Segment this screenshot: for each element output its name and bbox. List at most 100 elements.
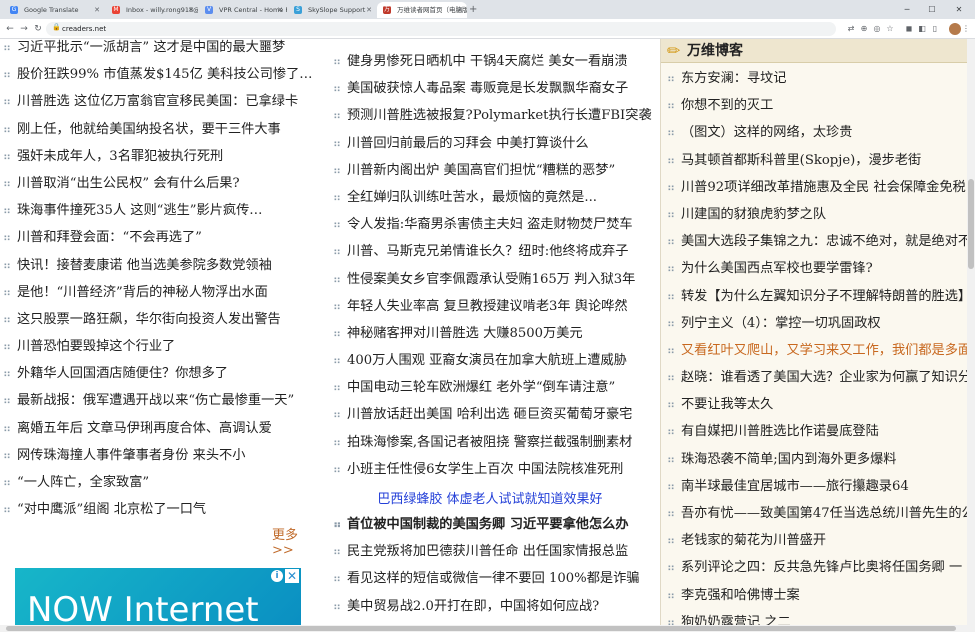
headline-link[interactable]: 最新战报：俄军遭遇开战以来“伤亡最惨重一天” — [0, 387, 316, 414]
headline-link[interactable]: 强奸未成年人，3名罪犯被执行死刑 — [0, 143, 316, 170]
tab-title: SkySlope Support — [308, 6, 366, 14]
headline-link[interactable]: 美国破获惊人毒品案 毒贩竟是长发飘飘华裔女子 — [330, 75, 660, 102]
blog-post-link[interactable]: （图文）这样的网络，太珍贵 — [664, 119, 975, 146]
headline-link[interactable]: 川普胜选 这位亿万富翁官宣移民美国：已拿绿卡 — [0, 88, 316, 115]
ad-close-icon[interactable]: ✕ — [285, 569, 299, 583]
avatar[interactable] — [949, 23, 961, 35]
scroll-thumb[interactable] — [6, 626, 956, 631]
advertisement-banner[interactable]: NOW Internet i ✕ — [15, 568, 301, 625]
blog-post-link[interactable]: 转发【为什么左翼知识分子不理解特朗普的胜选】 — [664, 283, 975, 310]
headline-link[interactable]: 这只股票一路狂飙，华尔街向投资人发出警告 — [0, 306, 316, 333]
blog-post-link[interactable]: 马其顿首都斯科普里(Skopje)，漫步老街 — [664, 147, 975, 174]
blog-post-link[interactable]: 赵晓：谁看透了美国大选？企业家为何赢了知识分 — [664, 364, 975, 391]
scroll-thumb[interactable] — [968, 179, 974, 269]
window-close-icon[interactable]: ✕ — [948, 0, 970, 19]
horizontal-scrollbar[interactable] — [0, 625, 975, 632]
sidepanel-icon[interactable]: ▯ — [929, 22, 941, 36]
sponsored-link[interactable]: 巴西绿蜂胶 体虚老人试试就知道效果好 — [320, 488, 660, 507]
headline-link[interactable]: 是他！“川普经济”背后的神秘人物浮出水面 — [0, 279, 316, 306]
headline-link[interactable]: 看见这样的短信或微信一律不要回 100%都是诈骗 — [330, 565, 660, 592]
headline-link[interactable]: 美中贸易战2.0开打在即，中国将如何应战? — [330, 593, 660, 620]
tab-vpr-central[interactable]: V VPR Central - Home Page ✕ — [199, 2, 287, 18]
headline-link[interactable]: 川普和拜登会面：“不会再选了” — [0, 224, 316, 251]
headline-link[interactable]: 川普恐怕要毁掉这个行业了 — [0, 333, 316, 360]
headline-link[interactable]: 性侵案美女乡官李佩霞承认受贿165万 判入狱3年 — [330, 266, 660, 293]
headline-link[interactable]: 神秘赌客押对川普胜选 大赚8500万美元 — [330, 320, 660, 347]
ad-info-icon[interactable]: i — [271, 570, 283, 582]
close-icon[interactable]: ✕ — [457, 2, 463, 18]
zoom-icon[interactable]: ⊕ — [858, 22, 870, 36]
blog-post-link[interactable]: 珠海恐袭不简单;国内到海外更多爆料 — [664, 446, 975, 473]
headline-link[interactable]: 首位被中国制裁的美国务卿 习近平要拿他怎么办 — [330, 511, 660, 538]
blog-post-link[interactable]: 川普92项详细改革措施惠及全民 社会保障金免税 — [664, 174, 975, 201]
extension-icon[interactable]: ◎ — [871, 22, 883, 36]
blog-post-link[interactable]: 为什么美国西点军校也要学雷锋? — [664, 255, 975, 282]
more-link[interactable]: 更多>> — [272, 524, 316, 558]
address-bar[interactable]: 🔒 creaders.net — [46, 22, 836, 36]
headline-link[interactable]: 拍珠海惨案,各国记者被阻挠 警察拦截强制删素材 — [330, 429, 660, 456]
headline-link[interactable]: 民主党叛将加巴德获川普任命 出任国家情报总监 — [330, 538, 660, 565]
new-tab-button[interactable]: + — [469, 2, 477, 17]
bookmark-star-icon[interactable]: ☆ — [884, 22, 896, 36]
headline-link[interactable]: “一人阵亡，全家致富” — [0, 469, 316, 496]
blog-post-link[interactable]: 系列评论之四：反共急先锋卢比奥将任国务卿 一 — [664, 554, 975, 581]
headline-link[interactable]: 川普新内阁出炉 美国高官们担忧“糟糕的恶梦” — [330, 157, 660, 184]
blog-post-link[interactable]: 李克强和哈佛博士案 — [664, 582, 975, 609]
extension-icon[interactable]: ◧ — [916, 22, 928, 36]
headline-link[interactable]: 离婚五年后 文章马伊琍再度合体、高调认爱 — [0, 415, 316, 442]
reload-icon[interactable]: ↻ — [31, 22, 45, 36]
headline-link[interactable]: 令人发指:华裔男杀害债主夫妇 盗走财物焚尸焚车 — [330, 211, 660, 238]
blog-post-link[interactable]: 狗奶奶露营记 之二 — [664, 609, 975, 625]
headline-link[interactable]: 中国电动三轮车欧洲爆红 老外学“倒车请注意” — [330, 374, 660, 401]
minimize-icon[interactable]: ─ — [896, 0, 918, 19]
tab-google-translate[interactable]: G Google Translate ✕ — [4, 2, 104, 18]
headline-link[interactable]: 刚上任，他就给美国纳投名状，要干三件大事 — [0, 116, 316, 143]
headline-link[interactable]: 川普、马斯克兄弟情谁长久？纽时:他终将成弃子 — [330, 238, 660, 265]
headline-link[interactable]: 快讯！接替麦康诺 他当选美参院多数党领袖 — [0, 252, 316, 279]
translate-page-icon[interactable]: ⇄ — [845, 22, 857, 36]
blog-title[interactable]: 万维博客 — [687, 39, 743, 63]
blog-panel: ✏ 万维博客 东方安澜：寻坟记你想不到的灭工（图文）这样的网络，太珍贵马其顿首都… — [660, 39, 975, 625]
close-icon[interactable]: ✕ — [188, 2, 194, 18]
headline-link[interactable]: 健身男惨死日晒机中 干锅4天腐烂 美女一看崩溃 — [330, 48, 660, 75]
back-icon[interactable]: ← — [3, 22, 17, 36]
vertical-scrollbar[interactable] — [967, 39, 975, 625]
headline-link[interactable]: 400万人围观 亚裔女演员在加拿大航班上遭威胁 — [330, 347, 660, 374]
headline-link[interactable]: 小班主任性侵6女学生上百次 中国法院核准死刑 — [330, 456, 660, 483]
tab-creaders[interactable]: 万 万维读者网首页（电脑版） ✕ — [377, 2, 467, 18]
headline-link[interactable]: 预测川普胜选被报复?Polymarket执行长遭FBI突袭 — [330, 102, 660, 129]
blog-post-link[interactable]: 南半球最佳宜居城市——旅行攥趣录64 — [664, 473, 975, 500]
close-icon[interactable]: ✕ — [94, 2, 100, 18]
blog-post-link[interactable]: 老钱家的菊花为川普盛开 — [664, 527, 975, 554]
headline-link[interactable]: 网传珠海撞人事件肇事者身份 来头不小 — [0, 442, 316, 469]
blog-post-link[interactable]: 美国大选段子集锦之九：忠诚不绝对，就是绝对不 — [664, 228, 975, 255]
blog-post-link[interactable]: 有自媒把川普胜选比作诺曼底登陆 — [664, 418, 975, 445]
headline-link[interactable]: 川普回归前最后的习拜会 中美打算谈什么 — [330, 130, 660, 157]
blog-post-link[interactable]: 你想不到的灭工 — [664, 92, 975, 119]
headline-link[interactable]: 珠海事件撞死35人 这则“逃生”影片疯传… — [0, 197, 316, 224]
blog-post-link[interactable]: 列宁主义（4）：掌控一切巩固政权 — [664, 310, 975, 337]
extension-icon[interactable]: ◼ — [903, 22, 915, 36]
close-icon[interactable]: ✕ — [366, 2, 372, 18]
close-icon[interactable]: ✕ — [277, 2, 283, 18]
tab-title: Google Translate — [24, 6, 79, 14]
tab-skyslope[interactable]: S SkySlope Support ✕ — [288, 2, 376, 18]
blog-post-link[interactable]: 不要让我等太久 — [664, 391, 975, 418]
headline-link[interactable]: 外籍华人回国酒店随便住？你想多了 — [0, 360, 316, 387]
headline-link[interactable]: 股价狂跌99% 市值蒸发$145亿 美科技公司惨了… — [0, 61, 316, 88]
blog-post-link[interactable]: 吾亦有忧——致美国第47任当选总统川普先生的公 — [664, 500, 975, 527]
headline-link[interactable]: 习近平批示“一派胡言” 这才是中国的最大噩梦 — [0, 39, 316, 61]
support-icon: S — [294, 6, 302, 14]
blog-post-link[interactable]: 东方安澜：寻坟记 — [664, 65, 975, 92]
forward-icon[interactable]: → — [17, 22, 31, 36]
menu-kebab-icon[interactable]: ⋮ — [960, 22, 972, 36]
headline-link[interactable]: 川普放话赶出美国 哈利出选 砸巨资买葡萄牙豪宅 — [330, 401, 660, 428]
blog-post-link[interactable]: 又看红叶又爬山，又学习来又工作，我们都是多面 — [664, 337, 975, 364]
maximize-icon[interactable]: ☐ — [921, 0, 943, 19]
headline-link[interactable]: 川普取消“出生公民权” 会有什么后果? — [0, 170, 316, 197]
blog-post-link[interactable]: 川建国的豺狼虎豹梦之队 — [664, 201, 975, 228]
headline-link[interactable]: “对中鹰派”组阁 北京松了一口气 — [0, 496, 316, 523]
tab-gmail[interactable]: M Inbox - willy.rong918@gmail.c... ✕ — [106, 2, 198, 18]
headline-link[interactable]: 全红婵归队训练吐苦水，最烦恼的竟然是... — [330, 184, 660, 211]
headline-link[interactable]: 年轻人失业率高 复旦教授建议啃老3年 舆论哗然 — [330, 293, 660, 320]
